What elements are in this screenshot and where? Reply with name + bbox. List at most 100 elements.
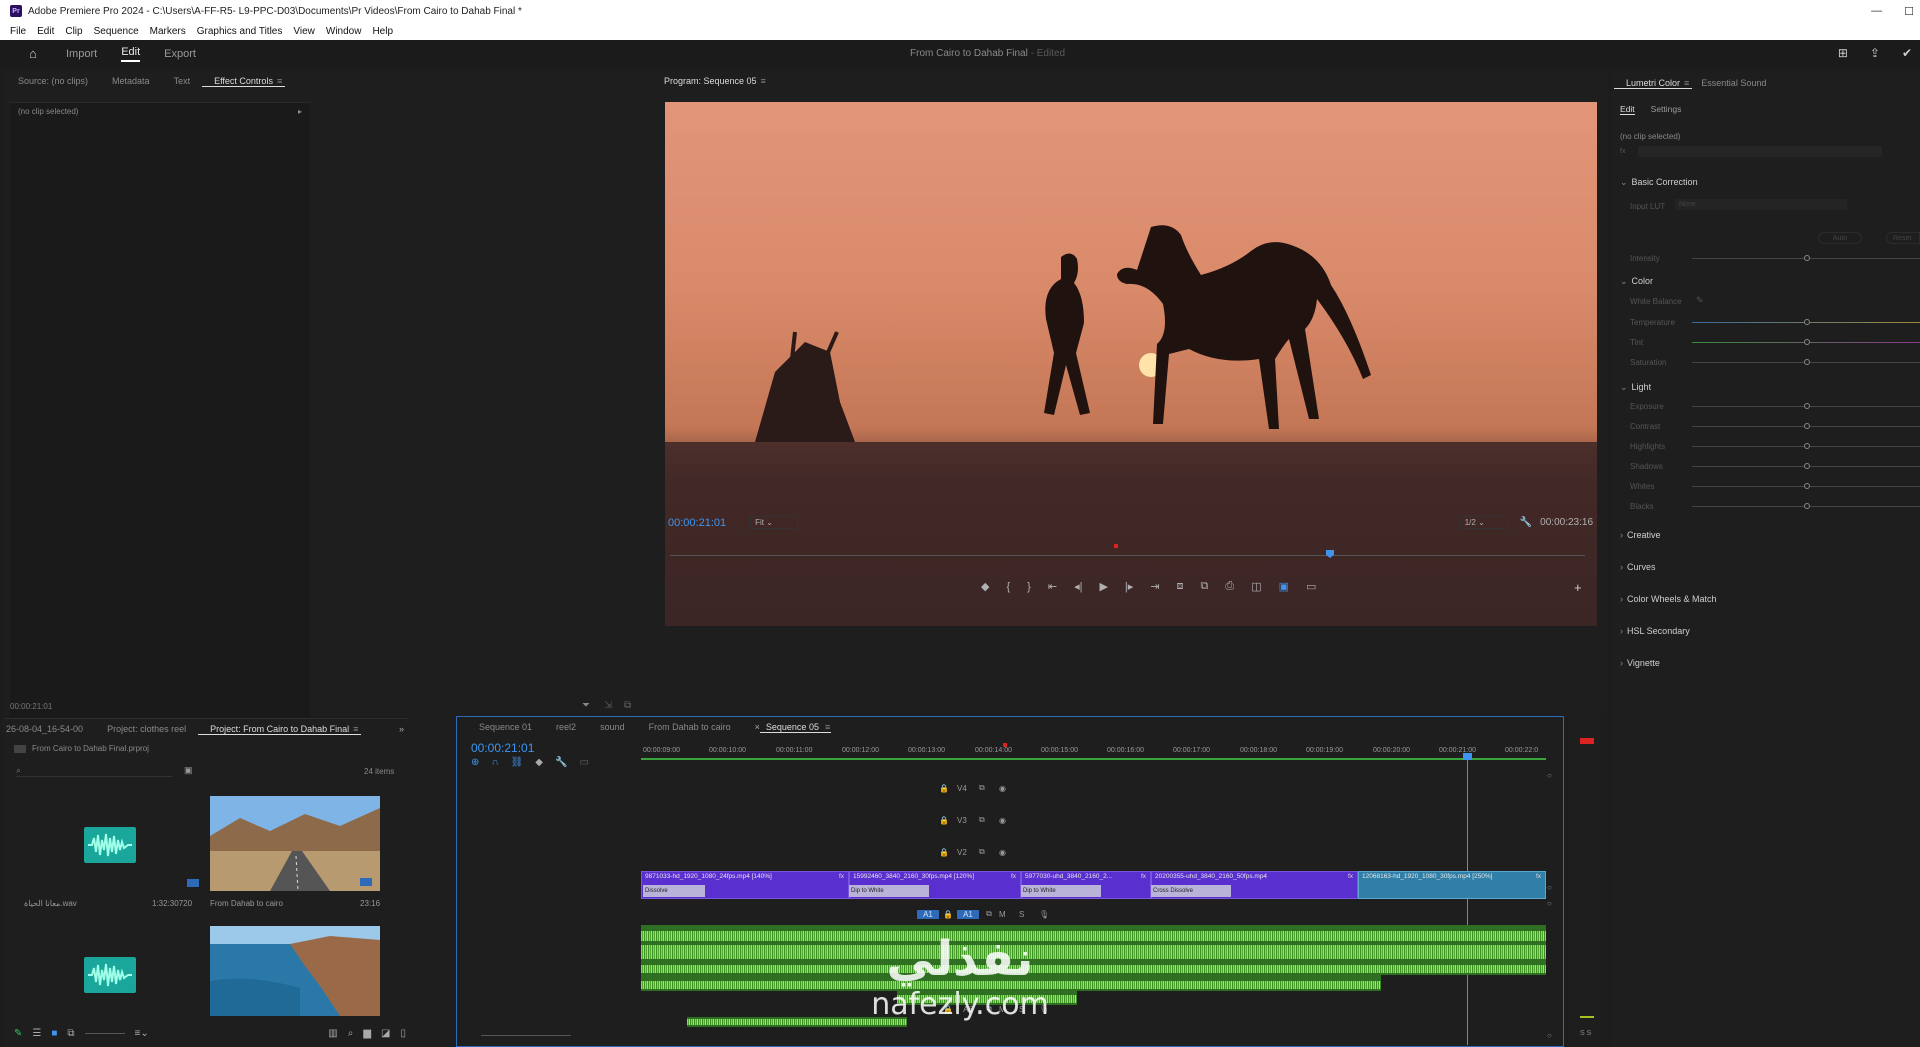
temperature-knob[interactable] <box>1804 319 1810 325</box>
filter-icon[interactable]: ⏷ <box>582 700 590 711</box>
fit-dropdown[interactable]: Fit ⌄ <box>750 516 799 529</box>
icon-view-icon[interactable]: ■ <box>51 1028 57 1039</box>
sort-icon[interactable]: ≡⌄ <box>135 1028 149 1039</box>
vr-video-icon[interactable]: ▭ <box>1306 580 1316 593</box>
progress-check-icon[interactable]: ✔ <box>1902 46 1912 60</box>
button-editor-plus-icon[interactable]: + <box>1574 580 1582 595</box>
tab-sound[interactable]: sound <box>588 722 637 732</box>
playback-scrubber[interactable] <box>666 544 1591 562</box>
automate-icon[interactable]: ▥ <box>328 1028 337 1039</box>
expand-arrow-icon[interactable]: ▸ <box>298 107 302 116</box>
comparison-view-icon[interactable]: ◫ <box>1251 580 1261 593</box>
sync-lock-icon[interactable]: ⧉ <box>979 909 999 919</box>
section-creative[interactable]: › Creative <box>1620 530 1661 540</box>
scroll-handle-icon[interactable]: ○ <box>1547 883 1552 892</box>
lock-icon[interactable]: 🔒 <box>939 910 957 919</box>
audio-clip[interactable] <box>641 925 1546 943</box>
export-frame-icon[interactable]: ⇲ <box>604 700 612 711</box>
step-forward-icon[interactable]: |▸ <box>1125 580 1133 593</box>
eye-icon[interactable]: ◉ <box>999 816 1006 825</box>
menu-edit[interactable]: Edit <box>37 26 54 37</box>
sync-lock-icon[interactable]: ⧉ <box>979 815 999 825</box>
home-icon[interactable]: ⌂ <box>29 47 43 61</box>
timeline-settings-icon[interactable]: 🔧 <box>555 757 567 768</box>
resolution-dropdown[interactable]: 1/2 ⌄ <box>1459 516 1508 529</box>
zoom-slider[interactable] <box>84 1033 125 1034</box>
auto-button[interactable]: Auto <box>1818 232 1862 244</box>
scroll-handle-icon[interactable]: ○ <box>1547 771 1552 780</box>
transition-dissolve[interactable]: Dissolve <box>643 885 705 897</box>
eye-icon[interactable]: ◉ <box>999 848 1006 857</box>
panel-menu-icon[interactable]: ≡ <box>353 724 358 734</box>
eyedropper-icon[interactable]: ✎ <box>1696 295 1704 306</box>
clip-indicator[interactable] <box>1580 738 1594 744</box>
menu-file[interactable]: File <box>10 26 26 37</box>
audio-clip[interactable] <box>641 943 1546 961</box>
scroll-handle-icon[interactable]: ○ <box>1547 1031 1552 1040</box>
reset-button[interactable]: Reset <box>1886 232 1920 244</box>
write-icon[interactable]: ✎ <box>14 1028 22 1039</box>
menu-markers[interactable]: Markers <box>150 26 186 37</box>
tab-export[interactable]: Export <box>164 48 196 60</box>
proxy-toggle-icon[interactable]: ▣ <box>1279 580 1289 593</box>
panel-menu-icon[interactable]: ≡ <box>277 76 282 86</box>
section-hsl-secondary[interactable]: › HSL Secondary <box>1620 626 1690 636</box>
eye-icon[interactable]: ◉ <box>999 784 1006 793</box>
maximize-button[interactable]: ☐ <box>1904 5 1914 18</box>
menu-window[interactable]: Window <box>326 26 362 37</box>
tab-project-clothes-reel[interactable]: Project: clothes reel <box>95 724 198 734</box>
go-to-out-icon[interactable]: ⇥ <box>1150 580 1159 593</box>
tab-project-timestamp[interactable]: 26-08-04_16-54-00 <box>4 724 95 734</box>
step-back-icon[interactable]: ◂| <box>1074 580 1082 593</box>
workspaces-icon[interactable]: ⊞ <box>1838 46 1848 60</box>
tab-sequence-05[interactable]: Sequence 05 <box>759 722 831 733</box>
mark-out-icon[interactable]: } <box>1027 581 1031 593</box>
captions-icon[interactable]: ▭ <box>579 757 588 768</box>
tab-reel2[interactable]: reel2 <box>544 722 588 732</box>
tab-text[interactable]: Text <box>162 76 203 86</box>
freeform-view-icon[interactable]: ⧉ <box>67 1028 74 1039</box>
menu-help[interactable]: Help <box>372 26 393 37</box>
clear-icon[interactable]: ▯ <box>400 1028 406 1039</box>
effect-selector[interactable] <box>1638 146 1882 157</box>
playhead-marker[interactable] <box>1326 550 1334 558</box>
settings-wrench-icon[interactable]: 🔧 <box>1520 517 1532 528</box>
menu-graphics-titles[interactable]: Graphics and Titles <box>197 26 283 37</box>
blacks-knob[interactable] <box>1804 503 1810 509</box>
audio-thumbnail[interactable] <box>84 827 136 863</box>
section-vignette[interactable]: › Vignette <box>1620 658 1660 668</box>
section-basic-correction[interactable]: ⌄ Basic Correction <box>1620 177 1698 188</box>
add-marker-icon[interactable]: ◆ <box>535 757 543 768</box>
go-to-in-icon[interactable]: ⇤ <box>1048 580 1057 593</box>
transition-dip-to-white[interactable]: Dip to White <box>1021 885 1101 897</box>
video-thumbnail[interactable] <box>210 796 380 891</box>
list-view-icon[interactable]: ☰ <box>32 1028 41 1039</box>
input-lut-dropdown[interactable]: None <box>1675 199 1847 210</box>
scroll-handle-icon[interactable]: ○ <box>1547 899 1552 908</box>
share-icon[interactable]: ⇪ <box>1870 46 1880 60</box>
add-marker-icon[interactable]: ◆ <box>981 580 989 593</box>
export-frame-icon[interactable]: ⎙ <box>1225 580 1234 593</box>
tab-dahab-to-cairo[interactable]: From Dahab to cairo <box>637 722 743 732</box>
minimize-button[interactable]: — <box>1871 5 1882 18</box>
find-icon[interactable]: ⌕ <box>348 1028 354 1039</box>
tab-lumetri-color[interactable]: Lumetri Color <box>1614 78 1693 89</box>
playhead-handle[interactable] <box>1463 753 1472 760</box>
tab-essential-sound[interactable]: Essential Sound <box>1689 78 1778 88</box>
transition-dip-to-white[interactable]: Dip to White <box>849 885 929 897</box>
intensity-knob[interactable] <box>1804 255 1810 261</box>
tab-edit[interactable]: Edit <box>121 46 141 62</box>
lock-icon[interactable]: 🔒 <box>939 848 957 857</box>
tab-effect-controls[interactable]: Effect Controls <box>202 76 285 87</box>
section-light[interactable]: ⌄ Light <box>1620 382 1651 393</box>
highlights-knob[interactable] <box>1804 443 1810 449</box>
tab-lumetri-edit[interactable]: Edit <box>1620 104 1635 115</box>
lift-icon[interactable]: ⧈ <box>1177 580 1184 593</box>
solo-button[interactable]: S <box>1019 910 1039 919</box>
mute-button[interactable]: M <box>999 910 1019 919</box>
audio-thumbnail[interactable] <box>84 957 136 993</box>
contrast-knob[interactable] <box>1804 423 1810 429</box>
transition-cross-dissolve[interactable]: Cross Dissolve <box>1151 885 1231 897</box>
sync-lock-icon[interactable]: ⧉ <box>979 783 999 793</box>
tab-import[interactable]: Import <box>66 48 97 60</box>
